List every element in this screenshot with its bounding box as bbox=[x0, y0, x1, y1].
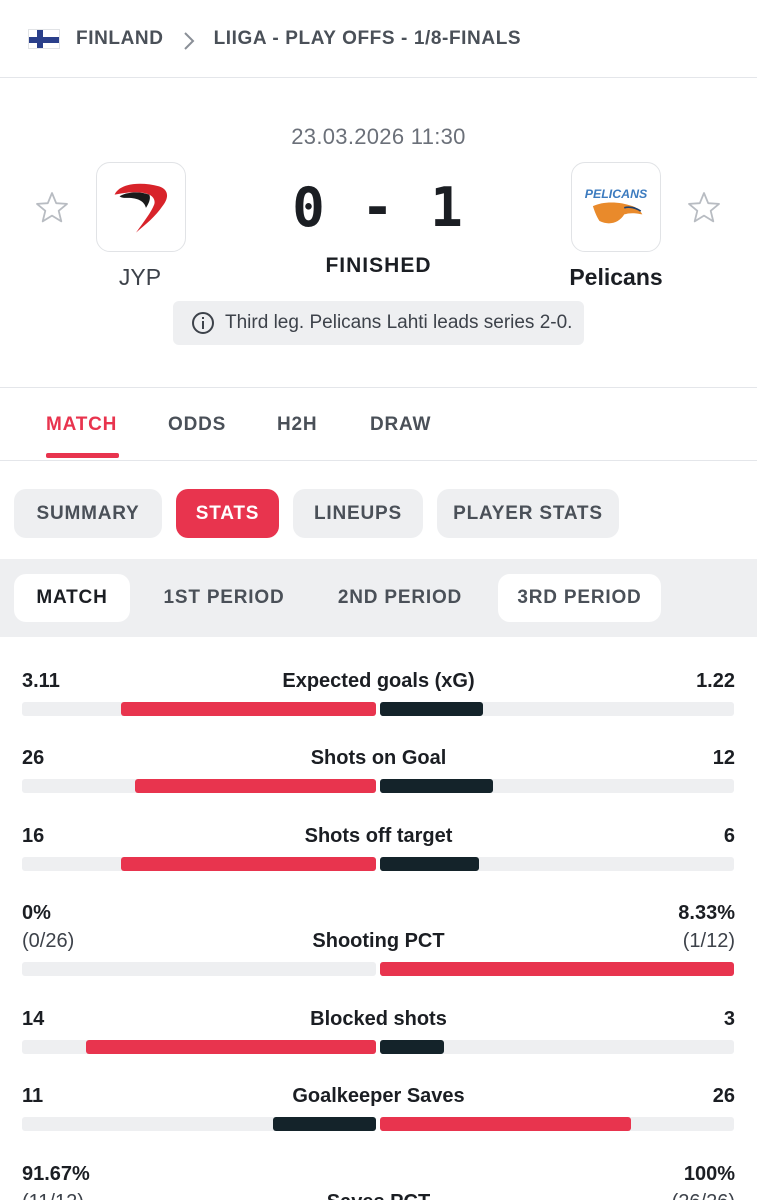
stat-away-bar bbox=[380, 1117, 631, 1131]
stat-away-bar bbox=[380, 702, 483, 716]
stat-label: Blocked shots bbox=[310, 1008, 447, 1030]
stat-away-bar bbox=[380, 779, 493, 793]
stat-away-bar bbox=[380, 962, 734, 976]
stat-label: Goalkeeper Saves bbox=[292, 1085, 465, 1107]
period-tabs: MATCH 1ST PERIOD 2ND PERIOD 3RD PERIOD bbox=[0, 559, 757, 637]
divider bbox=[0, 460, 757, 461]
match-score: 0 - 1 bbox=[292, 176, 465, 239]
tab-match[interactable]: MATCH bbox=[46, 414, 117, 436]
stat-home-bar-track bbox=[22, 962, 376, 976]
stat-home-bar bbox=[121, 702, 376, 716]
stat-home-bar-track bbox=[22, 1040, 376, 1054]
stat-away-detail: (1/12) bbox=[682, 930, 735, 952]
breadcrumb: FINLAND LIIGA - PLAY OFFS - 1/8-FINALS bbox=[0, 0, 757, 78]
match-datetime: 23.03.2026 11:30 bbox=[291, 124, 466, 149]
finland-flag-icon bbox=[28, 28, 60, 49]
stat-away-bar-track bbox=[380, 962, 734, 976]
tab-odds[interactable]: ODDS bbox=[168, 414, 226, 436]
stat-away-detail: (26/26) bbox=[672, 1191, 735, 1200]
stat-away-value: 8.33% bbox=[678, 902, 735, 924]
stat-home-bar bbox=[121, 857, 376, 871]
stat-away-bar bbox=[380, 857, 479, 871]
stat-label: Shots off target bbox=[304, 825, 453, 847]
stat-label: Saves PCT bbox=[0, 1191, 757, 1200]
stat-away-bar-track bbox=[380, 857, 734, 871]
breadcrumb-competition[interactable]: LIIGA - PLAY OFFS - 1/8-FINALS bbox=[214, 28, 522, 50]
active-tab-indicator bbox=[46, 453, 119, 458]
stat-home-bar-track bbox=[22, 857, 376, 871]
tab-draw[interactable]: DRAW bbox=[370, 414, 431, 436]
stat-home-bar bbox=[273, 1117, 376, 1131]
stat-home-value: 0% bbox=[22, 902, 51, 924]
main-tabs: MATCH ODDS H2H DRAW bbox=[0, 388, 757, 460]
stat-away-value: 12 bbox=[712, 747, 735, 769]
stat-away-bar-track bbox=[380, 702, 734, 716]
period-tab-match[interactable]: MATCH bbox=[14, 574, 130, 622]
stat-away-bar-track bbox=[380, 1117, 734, 1131]
stat-away-value: 26 bbox=[712, 1085, 735, 1107]
stat-away-bar bbox=[380, 1040, 444, 1054]
stat-home-bar bbox=[86, 1040, 376, 1054]
stat-label: Expected goals (xG) bbox=[282, 670, 475, 692]
stat-home-bar bbox=[135, 779, 376, 793]
tab-h2h[interactable]: H2H bbox=[277, 414, 317, 436]
stat-away-value: 3 bbox=[723, 1008, 735, 1030]
stat-away-value: 100% bbox=[683, 1163, 735, 1185]
period-tab-2nd[interactable]: 2ND PERIOD bbox=[320, 574, 480, 622]
info-icon bbox=[192, 312, 214, 334]
series-info-banner: Third leg. Pelicans Lahti leads series 2… bbox=[173, 301, 584, 345]
subtab-lineups[interactable]: LINEUPS bbox=[293, 489, 423, 538]
match-status: FINISHED bbox=[325, 254, 432, 277]
stat-home-value: 91.67% bbox=[22, 1163, 90, 1185]
stat-away-value: 1.22 bbox=[696, 670, 735, 692]
series-info-text: Third leg. Pelicans Lahti leads series 2… bbox=[225, 312, 573, 333]
stat-label: Shots on Goal bbox=[310, 747, 447, 769]
stat-home-bar-track bbox=[22, 779, 376, 793]
stat-label: Shooting PCT bbox=[312, 930, 445, 952]
period-tab-3rd[interactable]: 3RD PERIOD bbox=[498, 574, 661, 622]
stat-away-value: 6 bbox=[723, 825, 735, 847]
stat-home-bar-track bbox=[22, 1117, 376, 1131]
stat-home-bar-track bbox=[22, 702, 376, 716]
subtab-player-stats[interactable]: PLAYER STATS bbox=[437, 489, 619, 538]
period-tab-1st[interactable]: 1ST PERIOD bbox=[148, 574, 300, 622]
breadcrumb-country[interactable]: FINLAND bbox=[76, 28, 164, 50]
subtab-stats[interactable]: STATS bbox=[176, 489, 279, 538]
subtab-summary[interactable]: SUMMARY bbox=[14, 489, 162, 538]
chevron-right-icon bbox=[182, 31, 196, 50]
stat-away-bar-track bbox=[380, 779, 734, 793]
stat-away-bar-track bbox=[380, 1040, 734, 1054]
